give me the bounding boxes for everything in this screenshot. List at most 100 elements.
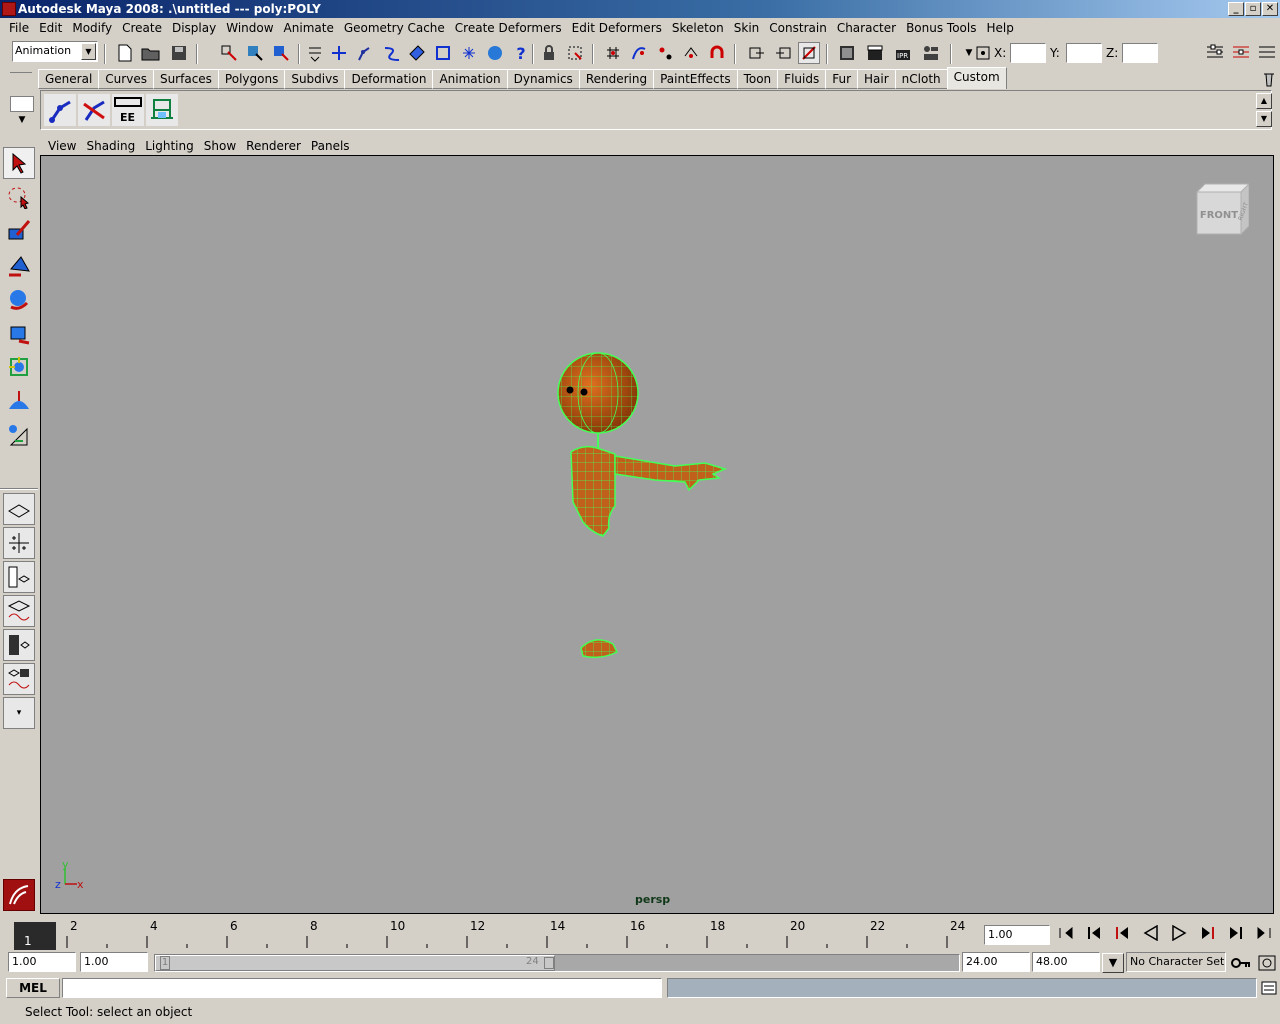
new-scene-icon[interactable] <box>114 42 136 64</box>
auto-key-icon[interactable] <box>1230 952 1252 974</box>
end-time-field[interactable]: 48.00 <box>1032 952 1100 972</box>
maximize-button[interactable]: ▫ <box>1245 2 1261 16</box>
step-back-frame-icon[interactable] <box>1110 920 1136 946</box>
step-forward-key-icon[interactable] <box>1222 920 1248 946</box>
select-deformations-icon[interactable] <box>432 42 454 64</box>
menu-animate[interactable]: Animate <box>279 21 339 35</box>
maya-logo-icon[interactable] <box>3 879 35 911</box>
soft-modification-tool-icon[interactable] <box>3 385 35 417</box>
current-frame-marker[interactable]: 1 <box>14 922 56 950</box>
make-live-icon[interactable] <box>706 42 728 64</box>
panel-menu-panels[interactable]: Panels <box>306 139 355 153</box>
persp-trax-layout-icon[interactable] <box>3 663 35 695</box>
shelf-scroll-up-icon[interactable]: ▲ <box>1256 93 1272 109</box>
tab-subdivs[interactable]: Subdivs <box>284 69 346 89</box>
chevron-down-icon[interactable]: ▼ <box>81 43 96 60</box>
menuset-dropdown[interactable]: Animation ▼ <box>12 41 98 62</box>
outliner-persp-layout-icon[interactable] <box>3 561 35 593</box>
tab-general[interactable]: General <box>38 69 100 89</box>
select-curves-icon[interactable] <box>380 42 402 64</box>
time-slider[interactable]: 2 4 6 8 10 12 14 16 18 20 22 24 1 <box>14 918 974 950</box>
tab-fluids[interactable]: Fluids <box>777 69 827 89</box>
ik-joint-icon[interactable] <box>44 94 76 126</box>
lock-selection-icon[interactable] <box>538 42 560 64</box>
minimize-button[interactable]: _ <box>1228 2 1244 16</box>
move-tool-icon[interactable] <box>3 249 35 281</box>
rotate-tool-icon[interactable] <box>3 283 35 315</box>
panel-menu-renderer[interactable]: Renderer <box>241 139 306 153</box>
play-backwards-icon[interactable] <box>1138 920 1164 946</box>
open-scene-icon[interactable] <box>140 42 162 64</box>
perspective-viewport[interactable]: FRONT RIGHT y z x persp <box>40 155 1274 914</box>
character-model[interactable] <box>557 352 728 659</box>
step-forward-frame-icon[interactable] <box>1194 920 1220 946</box>
tab-animation[interactable]: Animation <box>432 69 508 89</box>
selection-mask-icon[interactable] <box>304 42 326 64</box>
script-language-button[interactable]: MEL <box>6 978 60 998</box>
script-editor-icon[interactable] <box>1258 977 1280 999</box>
go-to-end-icon[interactable] <box>1250 920 1276 946</box>
attribute-editor-icon[interactable] <box>1204 42 1226 64</box>
construction-history-icon[interactable] <box>798 42 820 64</box>
persp-graph-layout-icon[interactable] <box>3 595 35 627</box>
menu-bonus-tools[interactable]: Bonus Tools <box>901 21 981 35</box>
select-rendering-icon[interactable] <box>484 42 506 64</box>
range-slider-handle[interactable]: 1 24 <box>155 955 555 971</box>
menu-display[interactable]: Display <box>167 21 221 35</box>
menu-modify[interactable]: Modify <box>67 21 117 35</box>
universal-manipulator-icon[interactable] <box>3 351 35 383</box>
close-button[interactable]: ✕ <box>1262 2 1278 16</box>
layout-dropdown-icon[interactable]: ▾ <box>3 697 35 729</box>
menu-file[interactable]: File <box>4 21 34 35</box>
character-arm[interactable] <box>614 455 728 492</box>
shelf-menu-button[interactable] <box>10 96 34 112</box>
select-hierarchy-icon[interactable] <box>218 42 240 64</box>
menu-help[interactable]: Help <box>981 21 1018 35</box>
x-field[interactable] <box>1010 43 1046 63</box>
character-torso[interactable] <box>570 445 616 537</box>
render-view-icon[interactable] <box>836 42 858 64</box>
z-field[interactable] <box>1122 43 1158 63</box>
menu-window[interactable]: Window <box>221 21 278 35</box>
snap-point-icon[interactable] <box>654 42 676 64</box>
menu-geometry-cache[interactable]: Geometry Cache <box>339 21 450 35</box>
last-used-tool-slot[interactable] <box>3 453 35 485</box>
y-field[interactable] <box>1066 43 1102 63</box>
single-perspective-layout-icon[interactable] <box>3 493 35 525</box>
tab-hair[interactable]: Hair <box>857 69 896 89</box>
highlight-selection-icon[interactable] <box>564 42 586 64</box>
snap-view-plane-icon[interactable] <box>680 42 702 64</box>
menu-constrain[interactable]: Constrain <box>764 21 832 35</box>
ee-shelf-button[interactable]: EE <box>112 94 144 126</box>
panel-menu-lighting[interactable]: Lighting <box>140 139 199 153</box>
step-back-key-icon[interactable] <box>1082 920 1108 946</box>
tab-painteffects[interactable]: PaintEffects <box>653 69 738 89</box>
tab-fur[interactable]: Fur <box>825 69 859 89</box>
trash-icon[interactable] <box>1258 68 1280 90</box>
menu-skeleton[interactable]: Skeleton <box>667 21 729 35</box>
playback-start-field[interactable]: 1.00 <box>80 952 148 972</box>
menu-character[interactable]: Character <box>832 21 901 35</box>
menu-skin[interactable]: Skin <box>729 21 765 35</box>
menu-edit[interactable]: Edit <box>34 21 67 35</box>
transform-field-icon[interactable] <box>972 42 994 64</box>
tab-toon[interactable]: Toon <box>736 69 779 89</box>
character-set-chevron-icon[interactable]: ▼ <box>1102 953 1124 973</box>
character-foot[interactable] <box>580 639 619 659</box>
four-view-layout-icon[interactable] <box>3 527 35 559</box>
select-dynamics-icon[interactable] <box>458 42 480 64</box>
snap-curve-icon[interactable] <box>628 42 650 64</box>
input-ops-icon[interactable] <box>746 42 768 64</box>
view-cube[interactable]: FRONT RIGHT <box>1193 182 1251 240</box>
tab-dynamics[interactable]: Dynamics <box>506 69 580 89</box>
tab-curves[interactable]: Curves <box>98 69 154 89</box>
select-handles-icon[interactable] <box>328 42 350 64</box>
lasso-tool-icon[interactable] <box>3 181 35 213</box>
select-joints-icon[interactable] <box>353 42 375 64</box>
shelf-options-chevron-icon[interactable]: ▼ <box>12 115 32 129</box>
channel-box-icon[interactable] <box>1256 42 1278 64</box>
range-slider-track[interactable]: 1 24 <box>154 954 960 972</box>
current-time-field[interactable]: 1.00 <box>984 925 1050 945</box>
tab-custom[interactable]: Custom <box>946 67 1007 89</box>
select-object-icon[interactable] <box>244 42 266 64</box>
